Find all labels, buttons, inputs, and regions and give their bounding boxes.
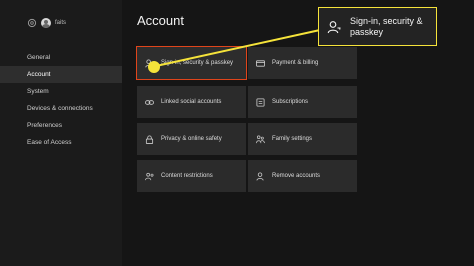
gamertag: faits	[55, 20, 67, 26]
sidebar-item-system[interactable]: System	[0, 83, 122, 100]
tile-subscriptions[interactable]: Subscriptions	[248, 86, 357, 118]
credit-card-icon	[256, 59, 265, 67]
callout-pointer-dot	[148, 61, 160, 73]
gear-icon	[27, 18, 37, 28]
tile-label: Family settings	[272, 135, 313, 142]
tile-label: Payment & billing	[272, 59, 319, 66]
tile-label: Sign-in, security & passkey	[161, 59, 234, 66]
lock-icon	[145, 135, 154, 144]
sidebar: faits General Account System Devices & c…	[0, 0, 122, 266]
callout-box: Sign-in, security & passkey	[318, 7, 437, 46]
tile-family-settings[interactable]: Family settings	[248, 123, 357, 155]
tile-remove-accounts[interactable]: Remove accounts	[248, 160, 357, 192]
settings-nav: General Account System Devices & connect…	[0, 49, 122, 151]
page-title: Account	[137, 13, 184, 28]
subscriptions-icon	[256, 97, 265, 107]
person-key-icon	[327, 20, 341, 33]
sidebar-item-preferences[interactable]: Preferences	[0, 117, 122, 134]
tile-content-restrictions[interactable]: Content restrictions	[137, 160, 246, 192]
tile-linked-social-accounts[interactable]: Linked social accounts	[137, 86, 246, 118]
callout-text: Sign-in, security & passkey	[350, 16, 423, 37]
tile-privacy-online-safety[interactable]: Privacy & online safety	[137, 123, 246, 155]
sidebar-item-general[interactable]: General	[0, 49, 122, 66]
tile-label: Remove accounts	[272, 172, 321, 179]
person-remove-icon	[256, 171, 264, 181]
sidebar-item-devices-connections[interactable]: Devices & connections	[0, 100, 122, 117]
tile-payment-billing[interactable]: Payment & billing	[248, 47, 357, 79]
sidebar-item-ease-of-access[interactable]: Ease of Access	[0, 134, 122, 151]
tile-label: Linked social accounts	[161, 98, 222, 105]
sidebar-item-account[interactable]: Account	[0, 66, 122, 83]
tile-label: Content restrictions	[161, 172, 213, 179]
avatar	[41, 18, 51, 28]
profile-header[interactable]: faits	[27, 17, 66, 29]
family-icon	[256, 135, 265, 143]
tile-label: Privacy & online safety	[161, 135, 222, 142]
link-icon	[145, 99, 154, 105]
tile-label: Subscriptions	[272, 98, 309, 105]
people-restrictions-icon	[145, 172, 154, 180]
